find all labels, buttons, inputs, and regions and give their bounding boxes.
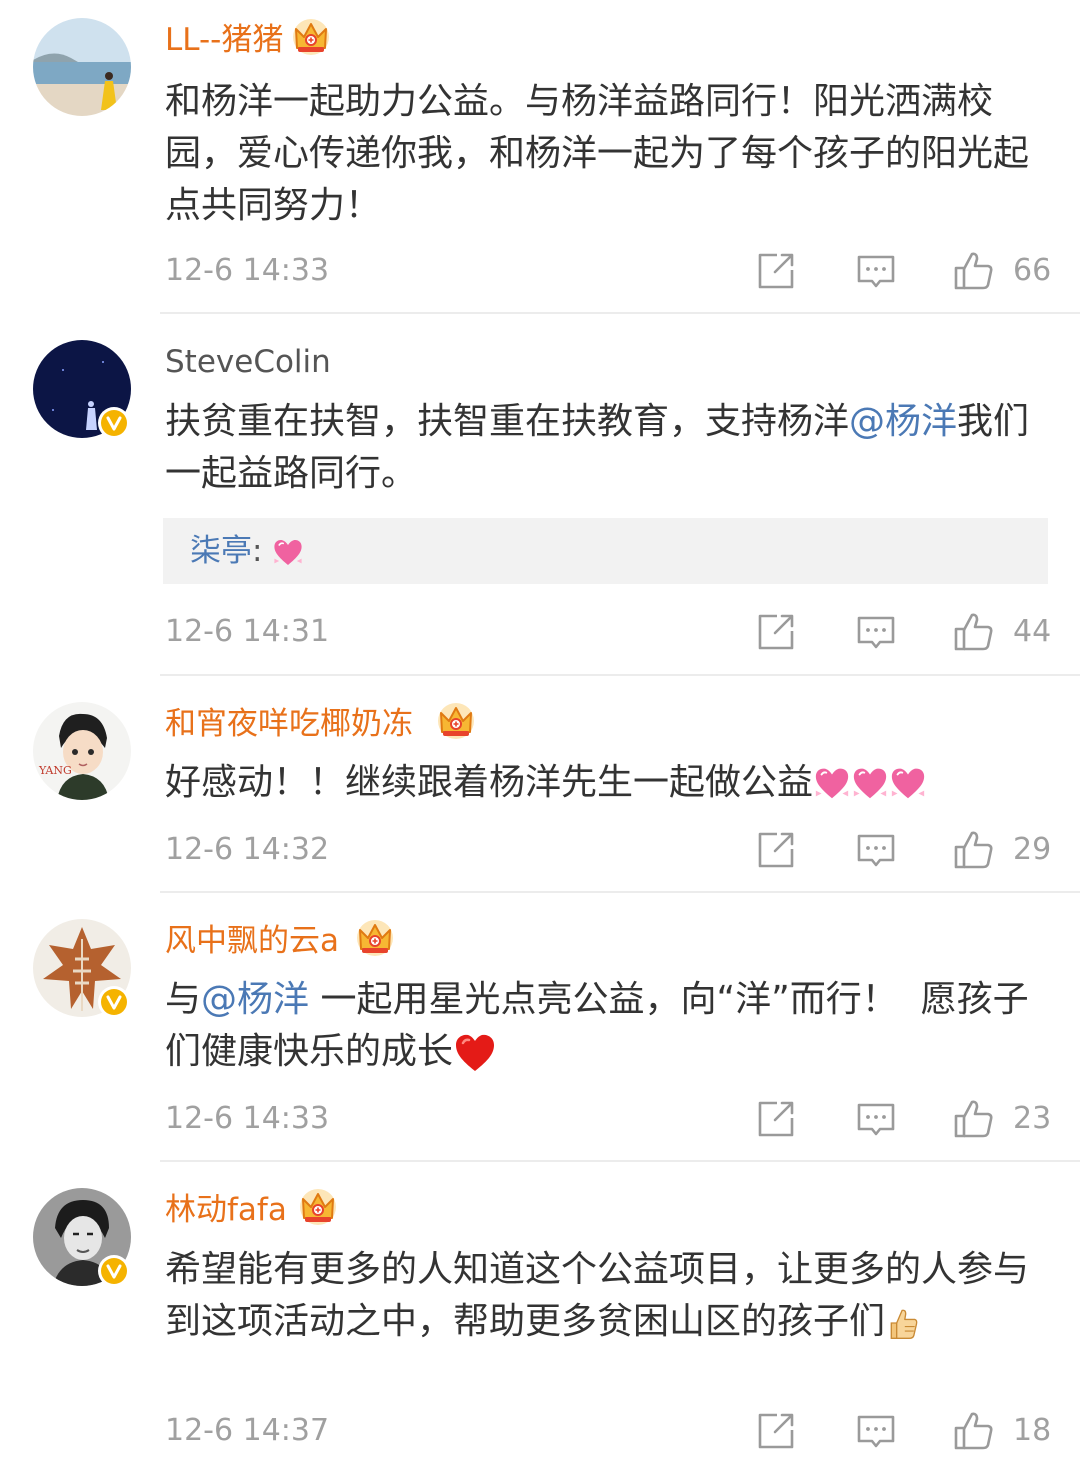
comment-meta: 12-6 14:31 44 [0, 607, 1080, 657]
comment-icon[interactable] [855, 250, 897, 292]
comment-meta: 12-6 14:32 29 [0, 825, 1080, 875]
mention-link[interactable]: @杨洋 [849, 401, 957, 442]
comment-text: 扶贫重在扶智，扶智重在扶教育，支持杨洋@杨洋我们一起益路同行。 [165, 401, 1030, 494]
comment-item: SteveColin 扶贫重在扶智，扶智重在扶教育，支持杨洋@杨洋我们一起益路同… [0, 322, 1080, 674]
crown-icon [298, 1188, 338, 1228]
comment-text: 和杨洋一起助力公益。与杨洋益路同行！阳光洒满校园，爱心传递你我，和杨洋一起为了每… [165, 81, 1030, 226]
divider [160, 1160, 1080, 1162]
reply-preview[interactable]: 柒亭: [163, 518, 1048, 584]
heart-emoji-icon [851, 765, 889, 803]
comment-meta: 12-6 14:37 18 [0, 1406, 1080, 1456]
like-count[interactable]: 66 [1013, 246, 1051, 296]
username[interactable]: 和宵夜咩吃椰奶冻 [165, 704, 413, 744]
username[interactable]: LL--猪猪 [165, 20, 283, 60]
timestamp: 12-6 14:33 [165, 1101, 330, 1136]
reply-username[interactable]: 柒亭 [190, 533, 252, 569]
comment-meta: 12-6 14:33 66 [0, 246, 1080, 296]
red-heart-icon [453, 1031, 497, 1075]
mention-link[interactable]: @杨洋 [201, 979, 309, 1020]
repost-icon[interactable] [755, 1098, 797, 1140]
verified-icon [98, 1255, 130, 1287]
timestamp: 12-6 14:32 [165, 832, 330, 867]
thumbs-up-emoji-icon [885, 1305, 921, 1341]
like-icon[interactable] [953, 611, 995, 653]
avatar-text: YANG [38, 764, 72, 777]
timestamp: 12-6 14:31 [165, 614, 330, 649]
comment-icon[interactable] [855, 1410, 897, 1452]
username[interactable]: SteveColin [165, 342, 331, 382]
comment-text: 与@杨洋 一起用星光点亮公益，向“洋”而行！ 愿孩子们健康快乐的成长 [165, 974, 1045, 1078]
avatar[interactable] [33, 18, 131, 116]
like-count[interactable]: 29 [1013, 825, 1051, 875]
heart-emoji-icon [813, 765, 851, 803]
like-icon[interactable] [953, 250, 995, 292]
like-count[interactable]: 23 [1013, 1094, 1051, 1144]
comment-meta: 12-6 14:33 23 [0, 1094, 1080, 1144]
comment-item: YANG 和宵夜咩吃椰奶冻 好感动！！继续跟着杨洋先生一起做公益 12-6 14… [0, 684, 1080, 891]
divider [160, 674, 1080, 676]
like-icon[interactable] [953, 829, 995, 871]
comment-icon[interactable] [855, 611, 897, 653]
heart-emoji-icon [272, 537, 304, 569]
like-icon[interactable] [953, 1098, 995, 1140]
comment-item: 林动fafa 希望能有更多的人知道这个公益项目，让更多的人参与到这项活动之中，帮… [0, 1170, 1080, 1474]
crown-icon [355, 919, 395, 959]
comment-icon[interactable] [855, 1098, 897, 1140]
divider [160, 891, 1080, 893]
repost-icon[interactable] [755, 1410, 797, 1452]
heart-emoji-icon [889, 765, 927, 803]
divider [160, 312, 1080, 314]
comment-item: 风中飘的云a 与@杨洋 一起用星光点亮公益，向“洋”而行！ 愿孩子们健康快乐的成… [0, 901, 1080, 1160]
repost-icon[interactable] [755, 611, 797, 653]
repost-icon[interactable] [755, 250, 797, 292]
timestamp: 12-6 14:37 [165, 1413, 330, 1448]
verified-icon [98, 407, 130, 439]
username[interactable]: 风中飘的云a [165, 921, 339, 961]
like-icon[interactable] [953, 1410, 995, 1452]
like-count[interactable]: 44 [1013, 607, 1051, 657]
verified-icon [98, 986, 130, 1018]
comment-icon[interactable] [855, 829, 897, 871]
comment-text: 好感动！！继续跟着杨洋先生一起做公益 [165, 757, 1045, 809]
timestamp: 12-6 14:33 [165, 253, 330, 288]
like-count[interactable]: 18 [1013, 1406, 1051, 1456]
crown-icon [291, 18, 331, 58]
comment-feed: LL--猪猪 和杨洋一起助力公益。与杨洋益路同行！阳光洒满校园，爱心传递你我，和… [0, 0, 1080, 1474]
avatar[interactable]: YANG [33, 702, 131, 800]
comment-text: 希望能有更多的人知道这个公益项目，让更多的人参与到这项活动之中，帮助更多贫困山区… [165, 1249, 1030, 1342]
repost-icon[interactable] [755, 829, 797, 871]
comment-item: LL--猪猪 和杨洋一起助力公益。与杨洋益路同行！阳光洒满校园，爱心传递你我，和… [0, 0, 1080, 313]
crown-icon [436, 702, 476, 742]
username[interactable]: 林动fafa [165, 1190, 287, 1230]
